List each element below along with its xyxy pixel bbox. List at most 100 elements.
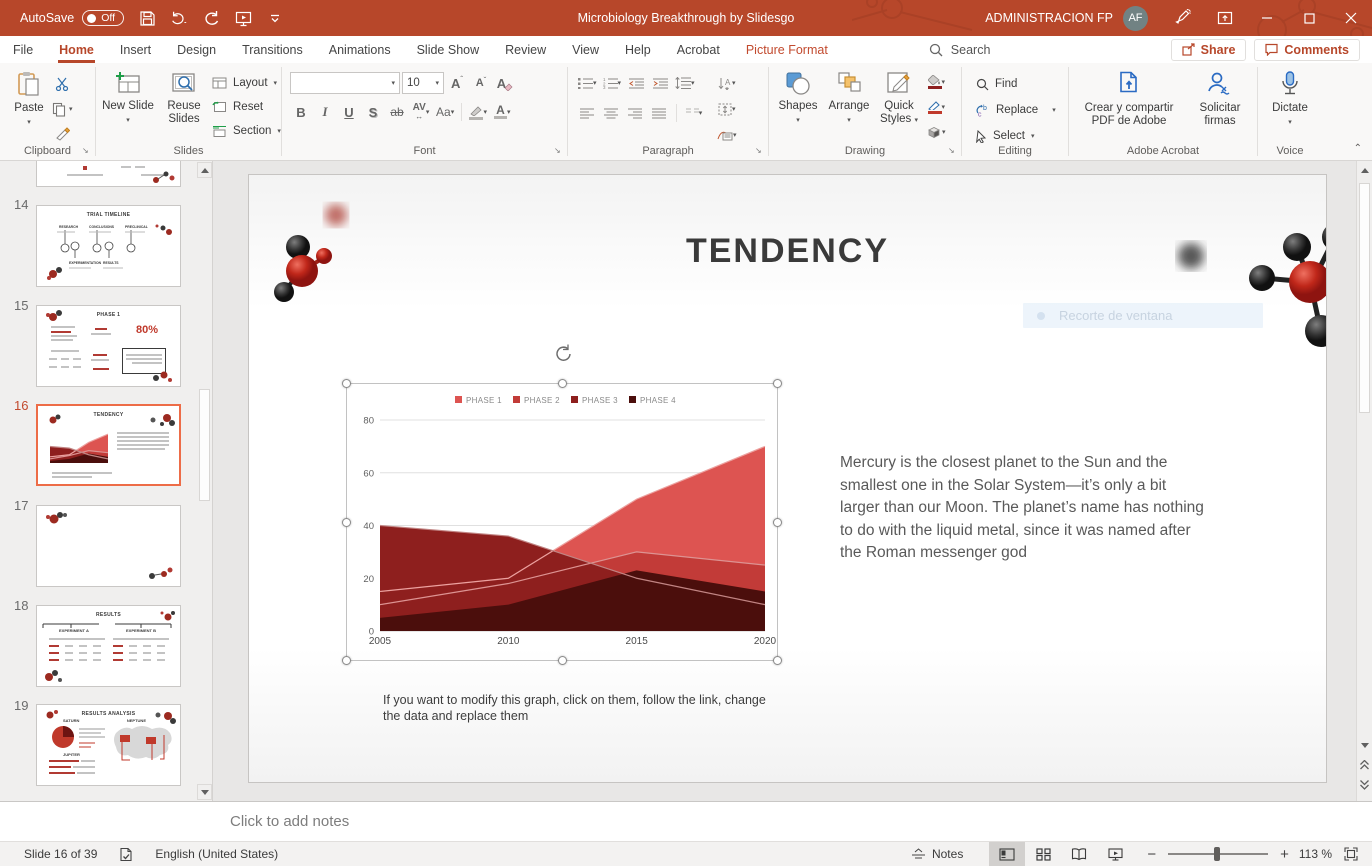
tab-animations[interactable]: Animations <box>316 36 404 63</box>
italic-button[interactable]: I <box>314 101 336 123</box>
scroll-down-icon[interactable] <box>1357 737 1372 753</box>
share-button[interactable]: Share <box>1171 39 1247 61</box>
tab-acrobat[interactable]: Acrobat <box>664 36 733 63</box>
clear-formatting-button[interactable]: A <box>494 72 516 94</box>
resize-handle-nw[interactable] <box>342 379 351 388</box>
font-color-button[interactable]: A ▾ <box>491 101 513 123</box>
find-button[interactable]: Find <box>976 73 1068 95</box>
quick-styles-button[interactable]: Quick Styles ▾ <box>875 63 923 141</box>
main-scrollbar-thumb[interactable] <box>1359 183 1370 413</box>
thumbnail-slide-13-partial[interactable] <box>36 161 181 187</box>
thumbnail-scrollbar[interactable] <box>197 161 213 801</box>
tab-design[interactable]: Design <box>164 36 229 63</box>
grow-font-button[interactable]: Aˆ <box>446 72 468 94</box>
language-indicator[interactable]: English (United States) <box>155 847 278 861</box>
align-center-button[interactable] <box>600 102 622 124</box>
line-spacing-button[interactable]: ▾ <box>673 72 697 94</box>
columns-button[interactable]: ▾ <box>683 102 705 124</box>
convert-to-smartart-button[interactable]: ▾ <box>715 124 739 146</box>
font-size-combo[interactable]: 10▾ <box>402 72 444 94</box>
view-slideshow-button[interactable] <box>1097 842 1133 866</box>
request-signatures-button[interactable]: Solicitar firmas <box>1188 63 1252 141</box>
autosave-pill[interactable]: Off <box>82 10 124 26</box>
tab-help[interactable]: Help <box>612 36 664 63</box>
view-reading-button[interactable] <box>1061 842 1097 866</box>
resize-handle-sw[interactable] <box>342 656 351 665</box>
shapes-button[interactable]: Shapes▾ <box>773 63 823 141</box>
tab-review[interactable]: Review <box>492 36 559 63</box>
align-right-button[interactable] <box>624 102 646 124</box>
maximize-button[interactable] <box>1288 0 1330 36</box>
autosave-toggle[interactable]: AutoSave Off <box>20 10 124 26</box>
customize-qat-icon[interactable] <box>266 9 284 27</box>
change-case-button[interactable]: Aa▾ <box>434 101 456 123</box>
underline-button[interactable]: U <box>338 101 360 123</box>
tab-insert[interactable]: Insert <box>107 36 164 63</box>
increase-indent-button[interactable] <box>649 72 671 94</box>
zoom-slider-thumb[interactable] <box>1214 847 1220 861</box>
thumbnail-slide-19[interactable]: RESULTS ANALYSIS SATURN NEPTUNE JUPITER <box>36 704 181 786</box>
tab-transitions[interactable]: Transitions <box>229 36 316 63</box>
shrink-font-button[interactable]: Aˇ <box>470 72 492 94</box>
reuse-slides-button[interactable]: Reuse Slides <box>156 63 212 141</box>
justify-button[interactable] <box>648 102 670 124</box>
thumbnail-slide-18[interactable]: RESULTS EXPERIMENT A EXPERIMENT B <box>36 605 181 687</box>
character-spacing-button[interactable]: AV↔▾ <box>410 101 432 123</box>
arrange-button[interactable]: Arrange▾ <box>823 63 875 141</box>
rotate-handle[interactable] <box>553 343 573 363</box>
select-button[interactable]: Select▾ <box>976 125 1068 147</box>
view-normal-button[interactable] <box>989 842 1025 866</box>
collapse-ribbon-button[interactable]: ⌃ <box>1354 143 1362 154</box>
slide-canvas[interactable]: TENDENCY Recorte de ventana 020406080200… <box>248 174 1327 783</box>
view-slide-sorter-button[interactable] <box>1025 842 1061 866</box>
shadow-button[interactable]: S <box>362 101 384 123</box>
tab-view[interactable]: View <box>559 36 612 63</box>
slide-title[interactable]: TENDENCY <box>249 232 1326 271</box>
tab-file[interactable]: File <box>0 36 46 63</box>
thumbnail-scroll-down-icon[interactable] <box>197 784 212 800</box>
align-left-button[interactable] <box>576 102 598 124</box>
layout-button[interactable]: Layout▾ <box>212 72 281 94</box>
shape-fill-button[interactable]: ▾ <box>925 71 948 93</box>
zoom-slider[interactable] <box>1168 853 1268 855</box>
text-direction-button[interactable]: A▾ <box>715 72 739 94</box>
paragraph-dialog-launcher[interactable]: ↘ <box>754 146 764 156</box>
scroll-up-icon[interactable] <box>1357 162 1372 178</box>
spellcheck-icon[interactable] <box>119 847 133 862</box>
avatar[interactable]: AF <box>1123 6 1148 31</box>
drawing-dialog-launcher[interactable]: ↘ <box>947 146 957 156</box>
bold-button[interactable]: B <box>290 101 312 123</box>
fit-to-window-button[interactable] <box>1344 847 1358 861</box>
cut-button[interactable] <box>50 73 75 95</box>
font-dialog-launcher[interactable]: ↘ <box>553 146 563 156</box>
thumbnail-slide-17[interactable] <box>36 505 181 587</box>
dictate-button[interactable]: Dictate▾ <box>1262 63 1318 141</box>
resize-handle-n[interactable] <box>558 379 567 388</box>
thumbnail-slide-14[interactable]: TRIAL TIMELINE RESEARCHCONCLUSIONSPRECLI… <box>36 205 181 287</box>
thumbnail-scrollbar-thumb[interactable] <box>199 389 210 501</box>
minimize-button[interactable] <box>1246 0 1288 36</box>
bullets-button[interactable]: ▾ <box>576 72 599 94</box>
strikethrough-button[interactable]: ab <box>386 101 408 123</box>
notes-pane[interactable]: Click to add notes <box>0 801 1372 841</box>
align-text-button[interactable]: ▾ <box>715 98 739 120</box>
tab-home[interactable]: Home <box>46 36 107 63</box>
create-pdf-button[interactable]: Crear y compartir PDF de Adobe <box>1074 63 1184 141</box>
notes-toggle-button[interactable]: Notes <box>911 847 963 861</box>
zoom-out-button[interactable]: − <box>1147 846 1156 863</box>
shape-effects-button[interactable]: ▾ <box>925 121 948 143</box>
shape-outline-button[interactable]: ▾ <box>925 96 948 118</box>
slide-body-text[interactable]: Mercury is the closest planet to the Sun… <box>840 452 1208 565</box>
slide-caption-text[interactable]: If you want to modify this graph, click … <box>383 692 775 724</box>
resize-handle-s[interactable] <box>558 656 567 665</box>
undo-button[interactable] <box>170 9 188 27</box>
new-slide-button[interactable]: New Slide ▾ <box>100 63 156 141</box>
ribbon-display-options-icon[interactable] <box>1204 0 1246 36</box>
thumbnail-slide-15[interactable]: PHASE 1 80% <box>36 305 181 387</box>
close-button[interactable] <box>1330 0 1372 36</box>
format-painter-button[interactable] <box>50 123 75 145</box>
paste-button[interactable]: Paste▾ <box>8 63 50 141</box>
thumbnail-scroll-up-icon[interactable] <box>197 162 212 178</box>
reset-button[interactable]: Reset <box>212 96 281 118</box>
search-box[interactable]: Search <box>929 43 991 57</box>
